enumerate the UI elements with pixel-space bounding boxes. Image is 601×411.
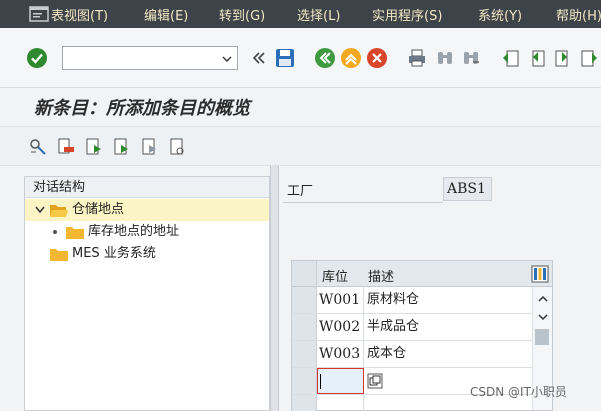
first-page-icon[interactable] bbox=[500, 47, 522, 69]
row-selector[interactable] bbox=[292, 341, 317, 367]
menu-item-system[interactable]: 系统(Y) bbox=[478, 5, 522, 24]
change-display-icon[interactable] bbox=[28, 137, 48, 157]
enter-check-icon[interactable] bbox=[26, 47, 48, 69]
tree-item-mes-system[interactable]: MES 业务系统 bbox=[25, 243, 269, 265]
previous-entry-icon[interactable] bbox=[112, 137, 132, 157]
application-toolbar bbox=[0, 126, 601, 166]
description-cell[interactable]: 半成品仓 bbox=[365, 314, 531, 340]
select-all-cell[interactable] bbox=[292, 261, 317, 286]
location-cell: W003 bbox=[317, 341, 364, 367]
chevron-down-icon[interactable] bbox=[221, 53, 233, 65]
row-selector[interactable] bbox=[292, 368, 317, 394]
table-row[interactable]: W002 半成品仓 bbox=[292, 314, 532, 341]
system-menu-icon[interactable] bbox=[28, 3, 50, 25]
table-row[interactable]: W003 成本仓 bbox=[292, 341, 532, 368]
command-field[interactable] bbox=[62, 46, 238, 70]
folder-icon bbox=[50, 249, 68, 261]
exit-icon[interactable] bbox=[340, 47, 362, 69]
location-cell: W002 bbox=[317, 314, 364, 340]
menu-item-table-view[interactable]: 表视图(T) bbox=[51, 5, 108, 24]
column-header-description[interactable]: 描述 bbox=[368, 266, 394, 285]
tree-item-storage-location[interactable]: 仓储地点 bbox=[25, 199, 269, 221]
next-page-icon[interactable] bbox=[552, 47, 574, 69]
panel-splitter[interactable] bbox=[270, 166, 279, 411]
description-cell[interactable]: 成本仓 bbox=[365, 341, 531, 367]
divider bbox=[283, 202, 443, 203]
tree-item-label: MES 业务系统 bbox=[72, 246, 156, 261]
next-entry-icon[interactable] bbox=[140, 137, 160, 157]
menu-bar: 表视图(T) 编辑(E) 转到(G) 选择(L) 实用程序(S) 系统(Y) 帮… bbox=[0, 0, 601, 28]
menu-item-utilities[interactable]: 实用程序(S) bbox=[372, 5, 442, 24]
back-icon[interactable] bbox=[314, 47, 336, 69]
table-row[interactable]: W001 原材料仓 bbox=[292, 287, 532, 314]
open-folder-icon bbox=[50, 205, 68, 217]
location-cell: W001 bbox=[317, 287, 364, 313]
last-page-icon[interactable] bbox=[578, 47, 600, 69]
location-cell bbox=[317, 395, 364, 411]
print-list-icon[interactable] bbox=[168, 137, 188, 157]
menu-item-help[interactable]: 帮助(H) bbox=[556, 5, 601, 24]
tree-header: 对话结构 bbox=[25, 177, 269, 198]
find-next-icon[interactable] bbox=[460, 47, 482, 69]
row-selector[interactable] bbox=[292, 395, 317, 411]
page-title: 新条目：所添加条目的概览 bbox=[34, 98, 250, 119]
watermark-text: CSDN @IT小职员 bbox=[470, 385, 567, 399]
row-selector[interactable] bbox=[292, 287, 317, 313]
save-icon[interactable] bbox=[274, 47, 296, 69]
dialog-structure-panel: 对话结构 仓储地点 库存地点的地址 MES 业务系统 bbox=[24, 176, 270, 411]
standard-toolbar bbox=[0, 28, 601, 88]
tree-item-storage-address[interactable]: 库存地点的地址 bbox=[25, 221, 269, 243]
find-icon[interactable] bbox=[434, 47, 456, 69]
chevron-up-icon[interactable] bbox=[537, 295, 549, 303]
column-settings-icon[interactable] bbox=[531, 265, 549, 283]
menu-item-goto[interactable]: 转到(G) bbox=[219, 5, 265, 24]
delete-entry-icon[interactable] bbox=[56, 137, 76, 157]
tree-item-label: 仓储地点 bbox=[72, 202, 125, 217]
detail-panel: 工厂 ABS1 库位 描述 W001 原材料仓 W002 半成品仓 W003 成… bbox=[279, 166, 601, 411]
plant-field: ABS1 bbox=[443, 177, 492, 201]
value-help-icon[interactable] bbox=[367, 373, 383, 389]
tree-item-label: 库存地点的地址 bbox=[88, 224, 180, 239]
description-cell[interactable]: 原材料仓 bbox=[365, 287, 531, 313]
menu-item-selection[interactable]: 选择(L) bbox=[297, 5, 340, 24]
row-selector[interactable] bbox=[292, 314, 317, 340]
plant-label: 工厂 bbox=[287, 184, 314, 199]
table-header: 库位 描述 bbox=[292, 261, 552, 287]
previous-page-icon[interactable] bbox=[526, 47, 548, 69]
column-header-location[interactable]: 库位 bbox=[322, 266, 348, 285]
scroll-thumb[interactable] bbox=[535, 329, 549, 345]
print-icon[interactable] bbox=[406, 47, 428, 69]
expand-arrow-icon[interactable] bbox=[35, 206, 45, 214]
folder-icon bbox=[66, 227, 84, 239]
chevron-down-icon[interactable] bbox=[537, 313, 549, 321]
title-bar: 新条目：所添加条目的概览 bbox=[0, 88, 601, 124]
text-cursor bbox=[320, 374, 321, 389]
location-input[interactable] bbox=[317, 368, 364, 394]
copy-entry-icon[interactable] bbox=[84, 137, 104, 157]
double-chevron-left-icon[interactable] bbox=[248, 47, 270, 69]
bullet-icon bbox=[53, 230, 57, 234]
menu-item-edit[interactable]: 编辑(E) bbox=[144, 5, 188, 24]
cancel-icon[interactable] bbox=[366, 47, 388, 69]
